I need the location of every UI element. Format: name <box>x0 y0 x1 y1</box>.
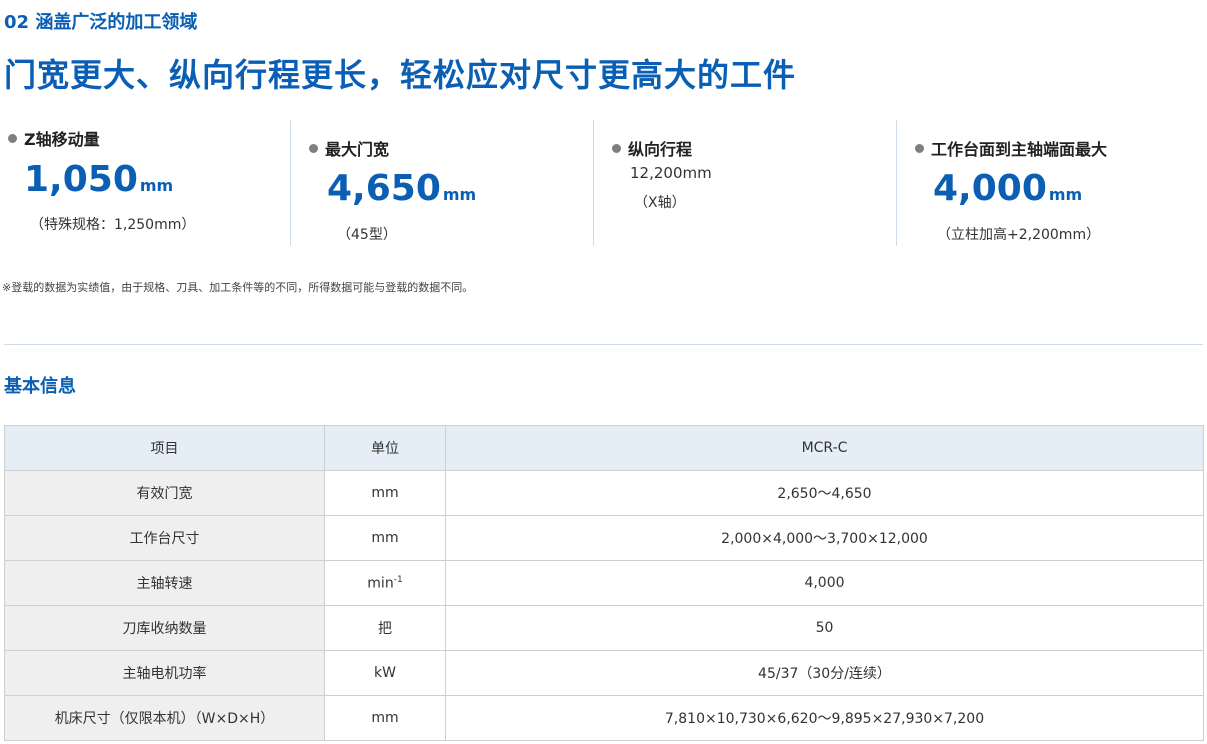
row-unit: 把 <box>324 605 446 651</box>
spec-label: 纵向行程 <box>628 140 693 159</box>
bullet-dot-icon <box>915 144 924 153</box>
row-item: 工作台尺寸 <box>4 515 325 561</box>
row-item: 刀库收纳数量 <box>4 605 325 651</box>
column-header-model: MCR-C <box>445 425 1204 471</box>
spec-label: Z轴移动量 <box>24 130 100 149</box>
disclaimer: ※登载的数据为实绩值，由于规格、刀具、加工条件等的不同，所得数据可能与登载的数据… <box>2 281 474 294</box>
bullet-dot-icon <box>612 144 621 153</box>
row-value: 2,000×4,000～3,700×12,000 <box>445 515 1204 561</box>
spec-table-to-spindle: 工作台面到主轴端面最大 4,000 mm （立柱加高+2,200mm） <box>896 120 1207 246</box>
table-row: 工作台尺寸 mm 2,000×4,000～3,700×12,000 <box>4 515 1204 561</box>
row-item: 机床尺寸（仅限本机）（W×D×H） <box>4 695 325 741</box>
spec-value: 1,050 <box>24 159 138 200</box>
row-item: 主轴电机功率 <box>4 650 325 696</box>
row-item: 主轴转速 <box>4 560 325 606</box>
spec-note: （特殊规格：1,250mm） <box>30 217 196 233</box>
spec-value: 12,200mm <box>630 164 712 182</box>
row-unit: mm <box>324 470 446 516</box>
row-unit: mm <box>324 695 446 741</box>
sub-heading: 02 涵盖广泛的加工领域 <box>4 12 198 33</box>
bullet-dot-icon <box>309 144 318 153</box>
row-value: 50 <box>445 605 1204 651</box>
basic-info-table: 项目 单位 MCR-C 有效门宽 mm 2,650～4,650 工作台尺寸 mm… <box>4 425 1204 741</box>
table-row: 主轴电机功率 kW 45/37（30分/连续） <box>4 650 1204 696</box>
spec-z-axis-travel: Z轴移动量 1,050 mm （特殊规格：1,250mm） <box>0 120 290 246</box>
spec-label: 工作台面到主轴端面最大 <box>931 140 1108 159</box>
page-title: 门宽更大、纵向行程更长，轻松应对尺寸更高大的工件 <box>4 56 797 94</box>
spec-max-gate-width: 最大门宽 4,650 mm （45型） <box>290 120 594 246</box>
spec-value: 4,650 <box>327 168 441 209</box>
bullet-dot-icon <box>8 134 17 143</box>
table-row: 机床尺寸（仅限本机）（W×D×H） mm 7,810×10,730×6,620～… <box>4 695 1204 741</box>
row-value: 4,000 <box>445 560 1204 606</box>
spec-unit: mm <box>442 185 477 204</box>
table-row: 主轴转速 min-1 4,000 <box>4 560 1204 606</box>
section-title: 基本信息 <box>4 376 76 397</box>
spec-unit: mm <box>1048 185 1083 204</box>
spec-note: （45型） <box>337 227 397 243</box>
row-unit: mm <box>324 515 446 561</box>
spec-value: 4,000 <box>933 168 1047 209</box>
row-unit: min-1 <box>324 560 446 606</box>
unit-base: min <box>367 575 394 592</box>
table-row: 有效门宽 mm 2,650～4,650 <box>4 470 1204 516</box>
row-value: 7,810×10,730×6,620～9,895×27,930×7,200 <box>445 695 1204 741</box>
row-unit: kW <box>324 650 446 696</box>
column-header-item: 项目 <box>4 425 325 471</box>
spec-note: （X轴） <box>634 195 686 211</box>
unit-exponent: -1 <box>393 574 403 585</box>
spec-note: （立柱加高+2,200mm） <box>937 227 1101 243</box>
column-header-unit: 单位 <box>324 425 446 471</box>
row-item: 有效门宽 <box>4 470 325 516</box>
table-row: 刀库收纳数量 把 50 <box>4 605 1204 651</box>
divider <box>4 344 1203 345</box>
row-value: 2,650～4,650 <box>445 470 1204 516</box>
spec-longitudinal-travel: 纵向行程 12,200mm （X轴） <box>593 120 897 246</box>
row-value: 45/37（30分/连续） <box>445 650 1204 696</box>
table-header-row: 项目 单位 MCR-C <box>4 425 1204 471</box>
spec-unit: mm <box>139 176 174 195</box>
spec-label: 最大门宽 <box>325 140 390 159</box>
